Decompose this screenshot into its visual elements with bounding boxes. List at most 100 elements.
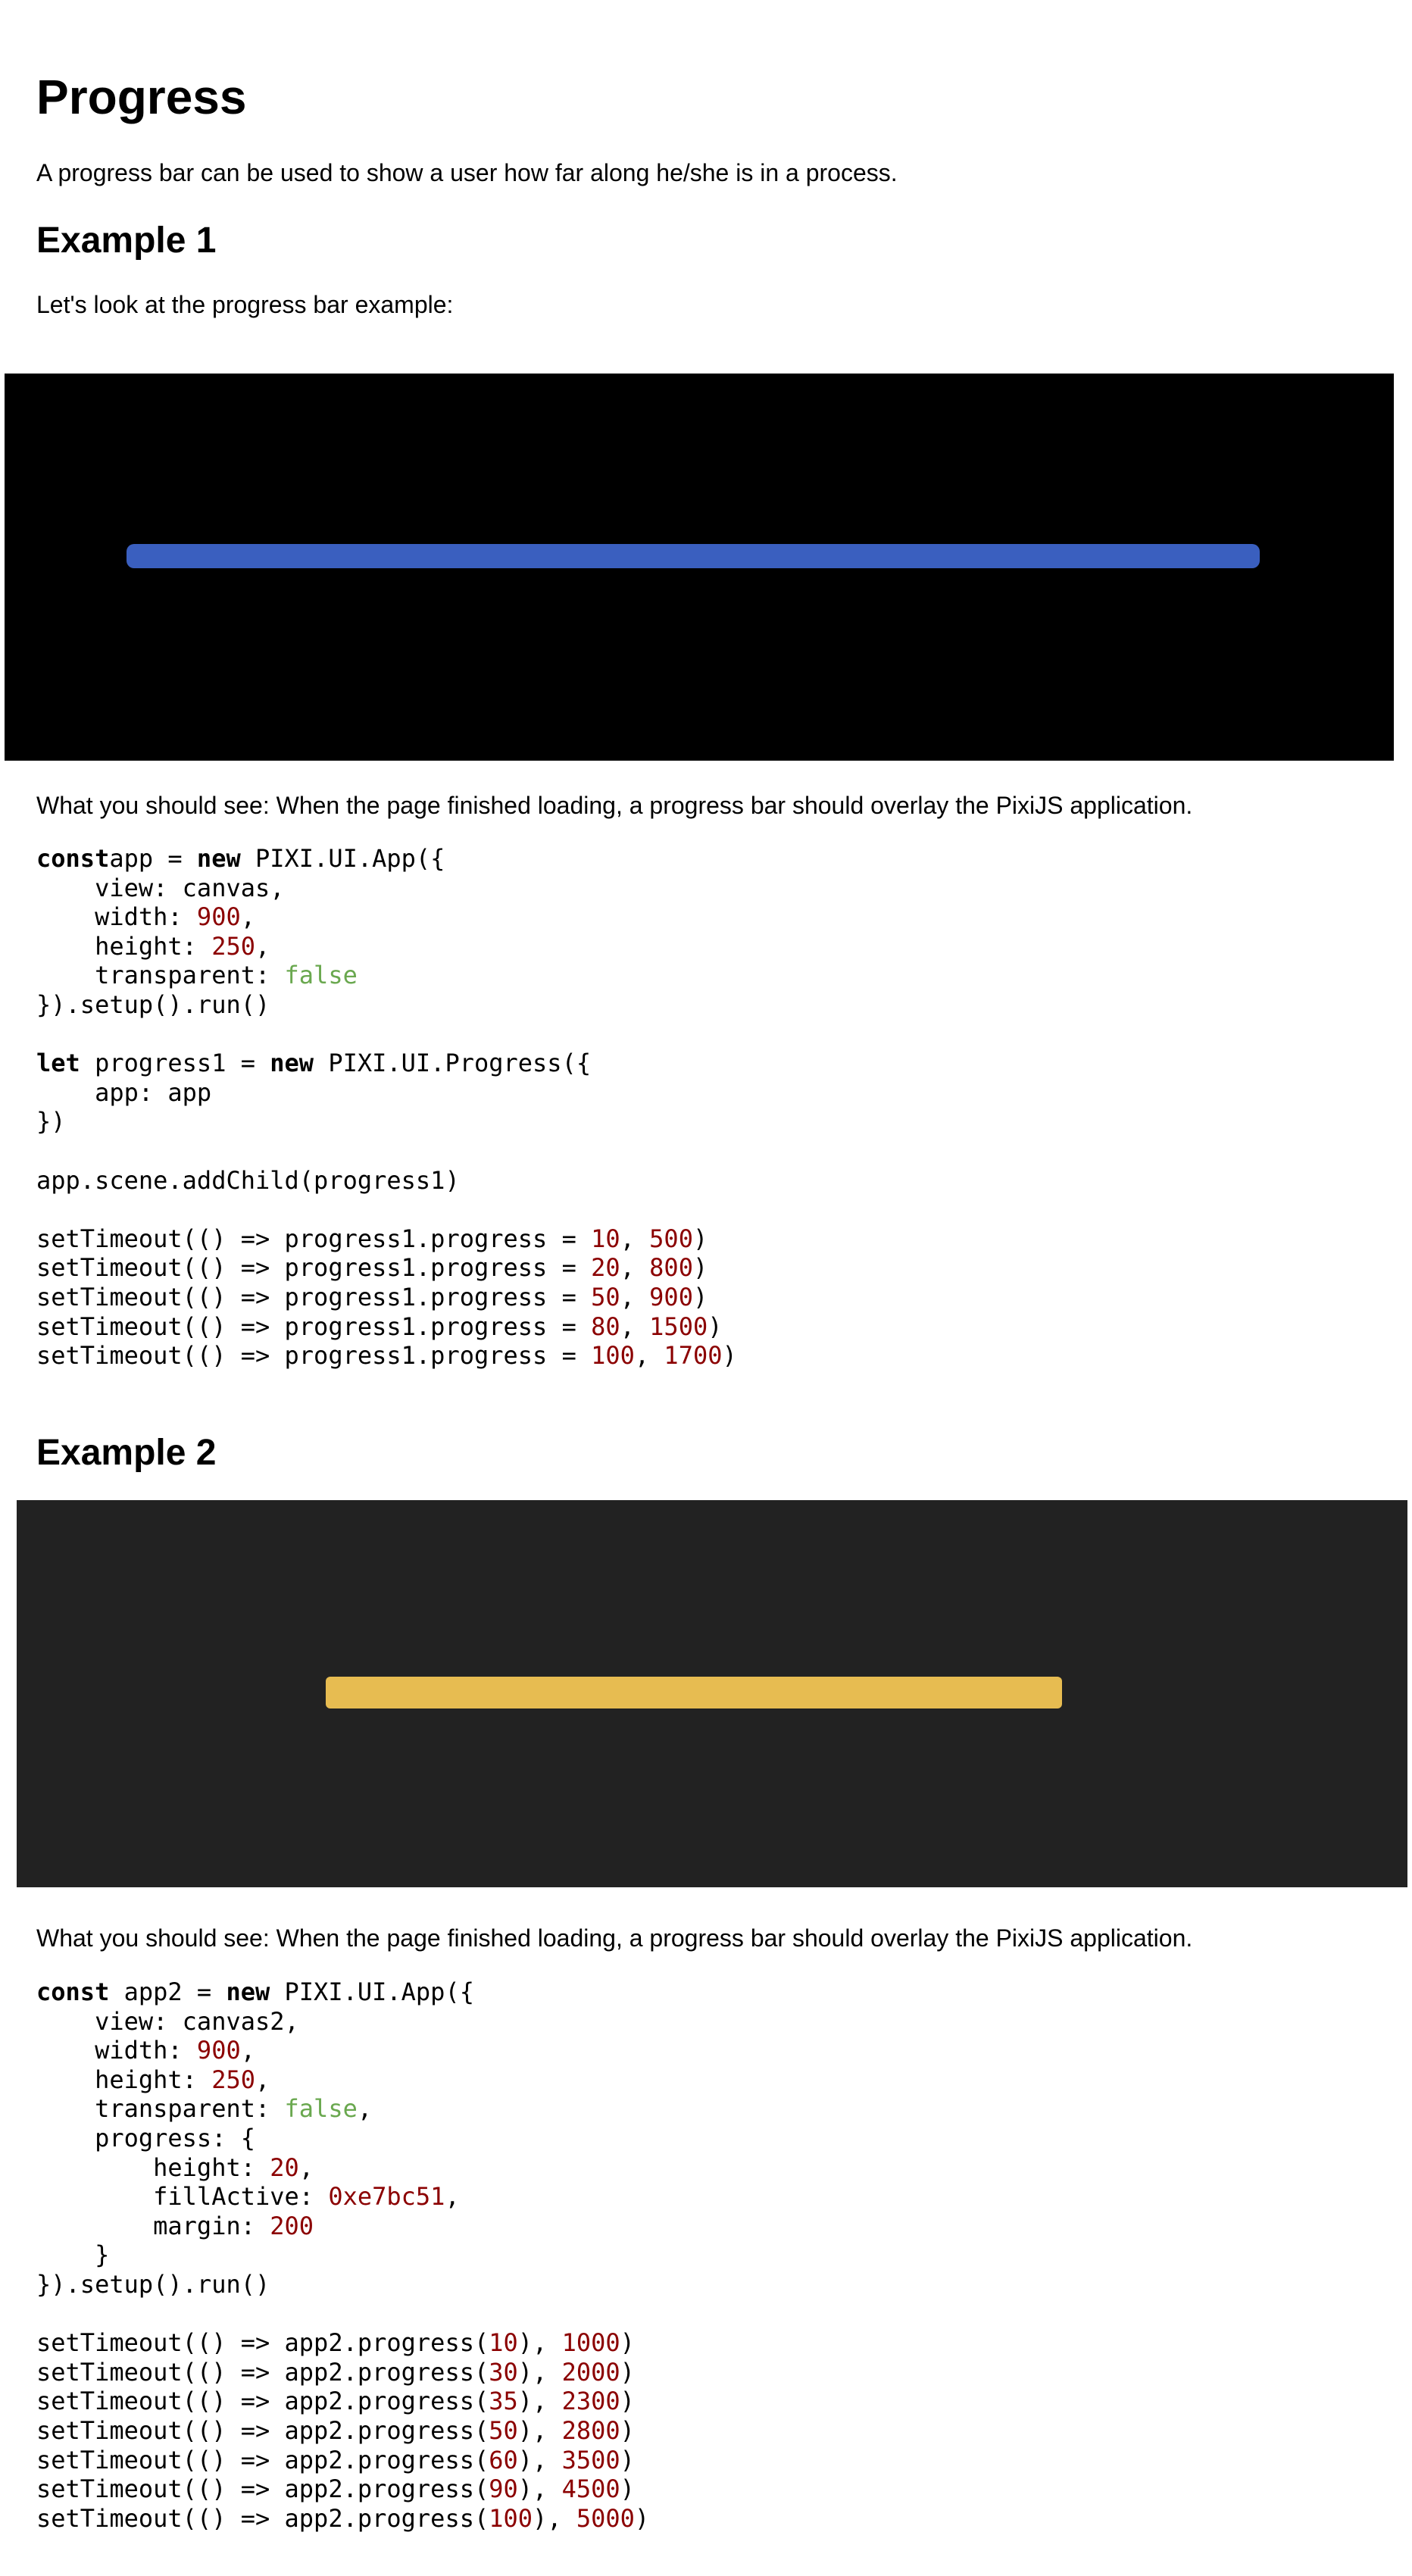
code-token: 2800 (561, 2415, 620, 2445)
code-token: setTimeout(() => progress1.progress = (36, 1253, 592, 1283)
code-token: 800 (649, 1253, 693, 1283)
code-token: 20 (591, 1253, 620, 1283)
code-token: view: canvas2, (36, 2006, 299, 2036)
code-token: view: canvas, (36, 873, 285, 902)
code-token: , (240, 2036, 255, 2065)
code-token: app2 = (109, 1977, 226, 2006)
example-1-heading: Example 1 (36, 220, 217, 261)
code-token: 30 (489, 2357, 518, 2387)
code-token: ) (692, 1224, 708, 1253)
code-token: setTimeout(() => app2.progress( (36, 2445, 489, 2474)
code-token: ), (517, 2415, 562, 2445)
code-token: ) (722, 1341, 737, 1371)
code-token: 250 (211, 931, 255, 961)
code-token: height: (36, 2152, 270, 2182)
code-token: ) (620, 2445, 635, 2474)
code-token: 10 (591, 1224, 620, 1253)
code-token: ) (692, 1282, 708, 1311)
code-token: ) (634, 2503, 650, 2533)
code-token: 2300 (561, 2387, 620, 2416)
example-1-progress-bar (127, 544, 1260, 568)
code-token: width: (36, 2036, 197, 2065)
example-1-lead: Let's look at the progress bar example: (36, 291, 454, 318)
code-token: setTimeout(() => app2.progress( (36, 2357, 489, 2387)
code-token: PIXI.UI.Progress({ (314, 1049, 592, 1078)
code-token: ) (692, 1253, 708, 1283)
code-token: ), (517, 2328, 562, 2358)
code-token: , (255, 2065, 270, 2094)
code-token: }).setup().run() (36, 989, 270, 1019)
code-token: 100 (489, 2503, 533, 2533)
code-token: margin: (36, 2211, 270, 2240)
code-token: app = (109, 844, 197, 873)
code-token: 1000 (561, 2328, 620, 2358)
code-token: 5000 (576, 2503, 635, 2533)
code-token: 4500 (561, 2474, 620, 2504)
code-token: , (357, 2094, 373, 2124)
code-token: transparent: (36, 2094, 285, 2124)
example-2-progress-fill (326, 1677, 1062, 1708)
code-token: 900 (196, 902, 241, 932)
code-token: 2000 (561, 2357, 620, 2387)
code-token: , (634, 1341, 664, 1371)
example-2-caption: What you should see: When the page finis… (36, 1924, 1193, 1952)
code-token: width: (36, 902, 197, 932)
code-token: setTimeout(() => app2.progress( (36, 2415, 489, 2445)
code-token: progress1 = (80, 1049, 270, 1078)
code-token: app: app (36, 1077, 212, 1107)
code-token: 100 (591, 1341, 635, 1371)
code-token: new (196, 844, 241, 873)
example-1-canvas (5, 374, 1394, 761)
code-token: 60 (489, 2445, 518, 2474)
example-2-heading: Example 2 (36, 1433, 217, 1473)
code-token: 35 (489, 2387, 518, 2416)
code-token: setTimeout(() => progress1.progress = (36, 1224, 592, 1253)
code-token: setTimeout(() => app2.progress( (36, 2474, 489, 2504)
code-token: let (36, 1049, 80, 1078)
example-1-caption: What you should see: When the page finis… (36, 792, 1193, 819)
code-token: 3500 (561, 2445, 620, 2474)
example-1-code: constapp = new PIXI.UI.App({ view: canva… (36, 844, 737, 1371)
code-token: , (255, 931, 270, 961)
code-token: setTimeout(() => progress1.progress = (36, 1282, 592, 1311)
code-token: setTimeout(() => progress1.progress = (36, 1341, 592, 1371)
code-token: , (445, 2182, 460, 2212)
code-token: new (226, 1977, 270, 2006)
code-token: setTimeout(() => app2.progress( (36, 2503, 489, 2533)
code-token: }).setup().run() (36, 2269, 270, 2299)
code-token: 900 (649, 1282, 693, 1311)
code-token: 20 (270, 2152, 299, 2182)
code-token: setTimeout(() => app2.progress( (36, 2387, 489, 2416)
code-token: PIXI.UI.App({ (270, 1977, 474, 2006)
code-token: height: (36, 2065, 212, 2094)
code-token: , (620, 1224, 650, 1253)
code-token: ) (620, 2415, 635, 2445)
code-token: ), (517, 2474, 562, 2504)
example-2-code: const app2 = new PIXI.UI.App({ view: can… (36, 1977, 649, 2533)
code-token: 200 (270, 2211, 314, 2240)
code-token: 50 (489, 2415, 518, 2445)
code-token: false (284, 961, 358, 990)
code-token: height: (36, 931, 212, 961)
example-2-progress-bar (326, 1677, 1062, 1708)
code-token: transparent: (36, 961, 285, 990)
code-token: 1500 (649, 1311, 708, 1341)
code-token: PIXI.UI.App({ (240, 844, 445, 873)
code-token: ), (533, 2503, 576, 2533)
code-token: } (36, 2240, 110, 2270)
code-token: app.scene.addChild(progress1) (36, 1165, 460, 1195)
code-token: , (620, 1311, 650, 1341)
code-token: const (36, 1977, 110, 2006)
code-token: new (270, 1049, 314, 1078)
code-token: , (240, 902, 255, 932)
code-token: 50 (591, 1282, 620, 1311)
code-token: setTimeout(() => app2.progress( (36, 2328, 489, 2358)
code-token: progress: { (36, 2123, 255, 2152)
code-token: 1700 (664, 1341, 723, 1371)
code-token: false (284, 2094, 358, 2124)
code-token: 90 (489, 2474, 518, 2504)
code-token: 0xe7bc51 (328, 2182, 445, 2212)
code-token: ) (620, 2328, 635, 2358)
code-token: 500 (649, 1224, 693, 1253)
code-token: ) (620, 2387, 635, 2416)
